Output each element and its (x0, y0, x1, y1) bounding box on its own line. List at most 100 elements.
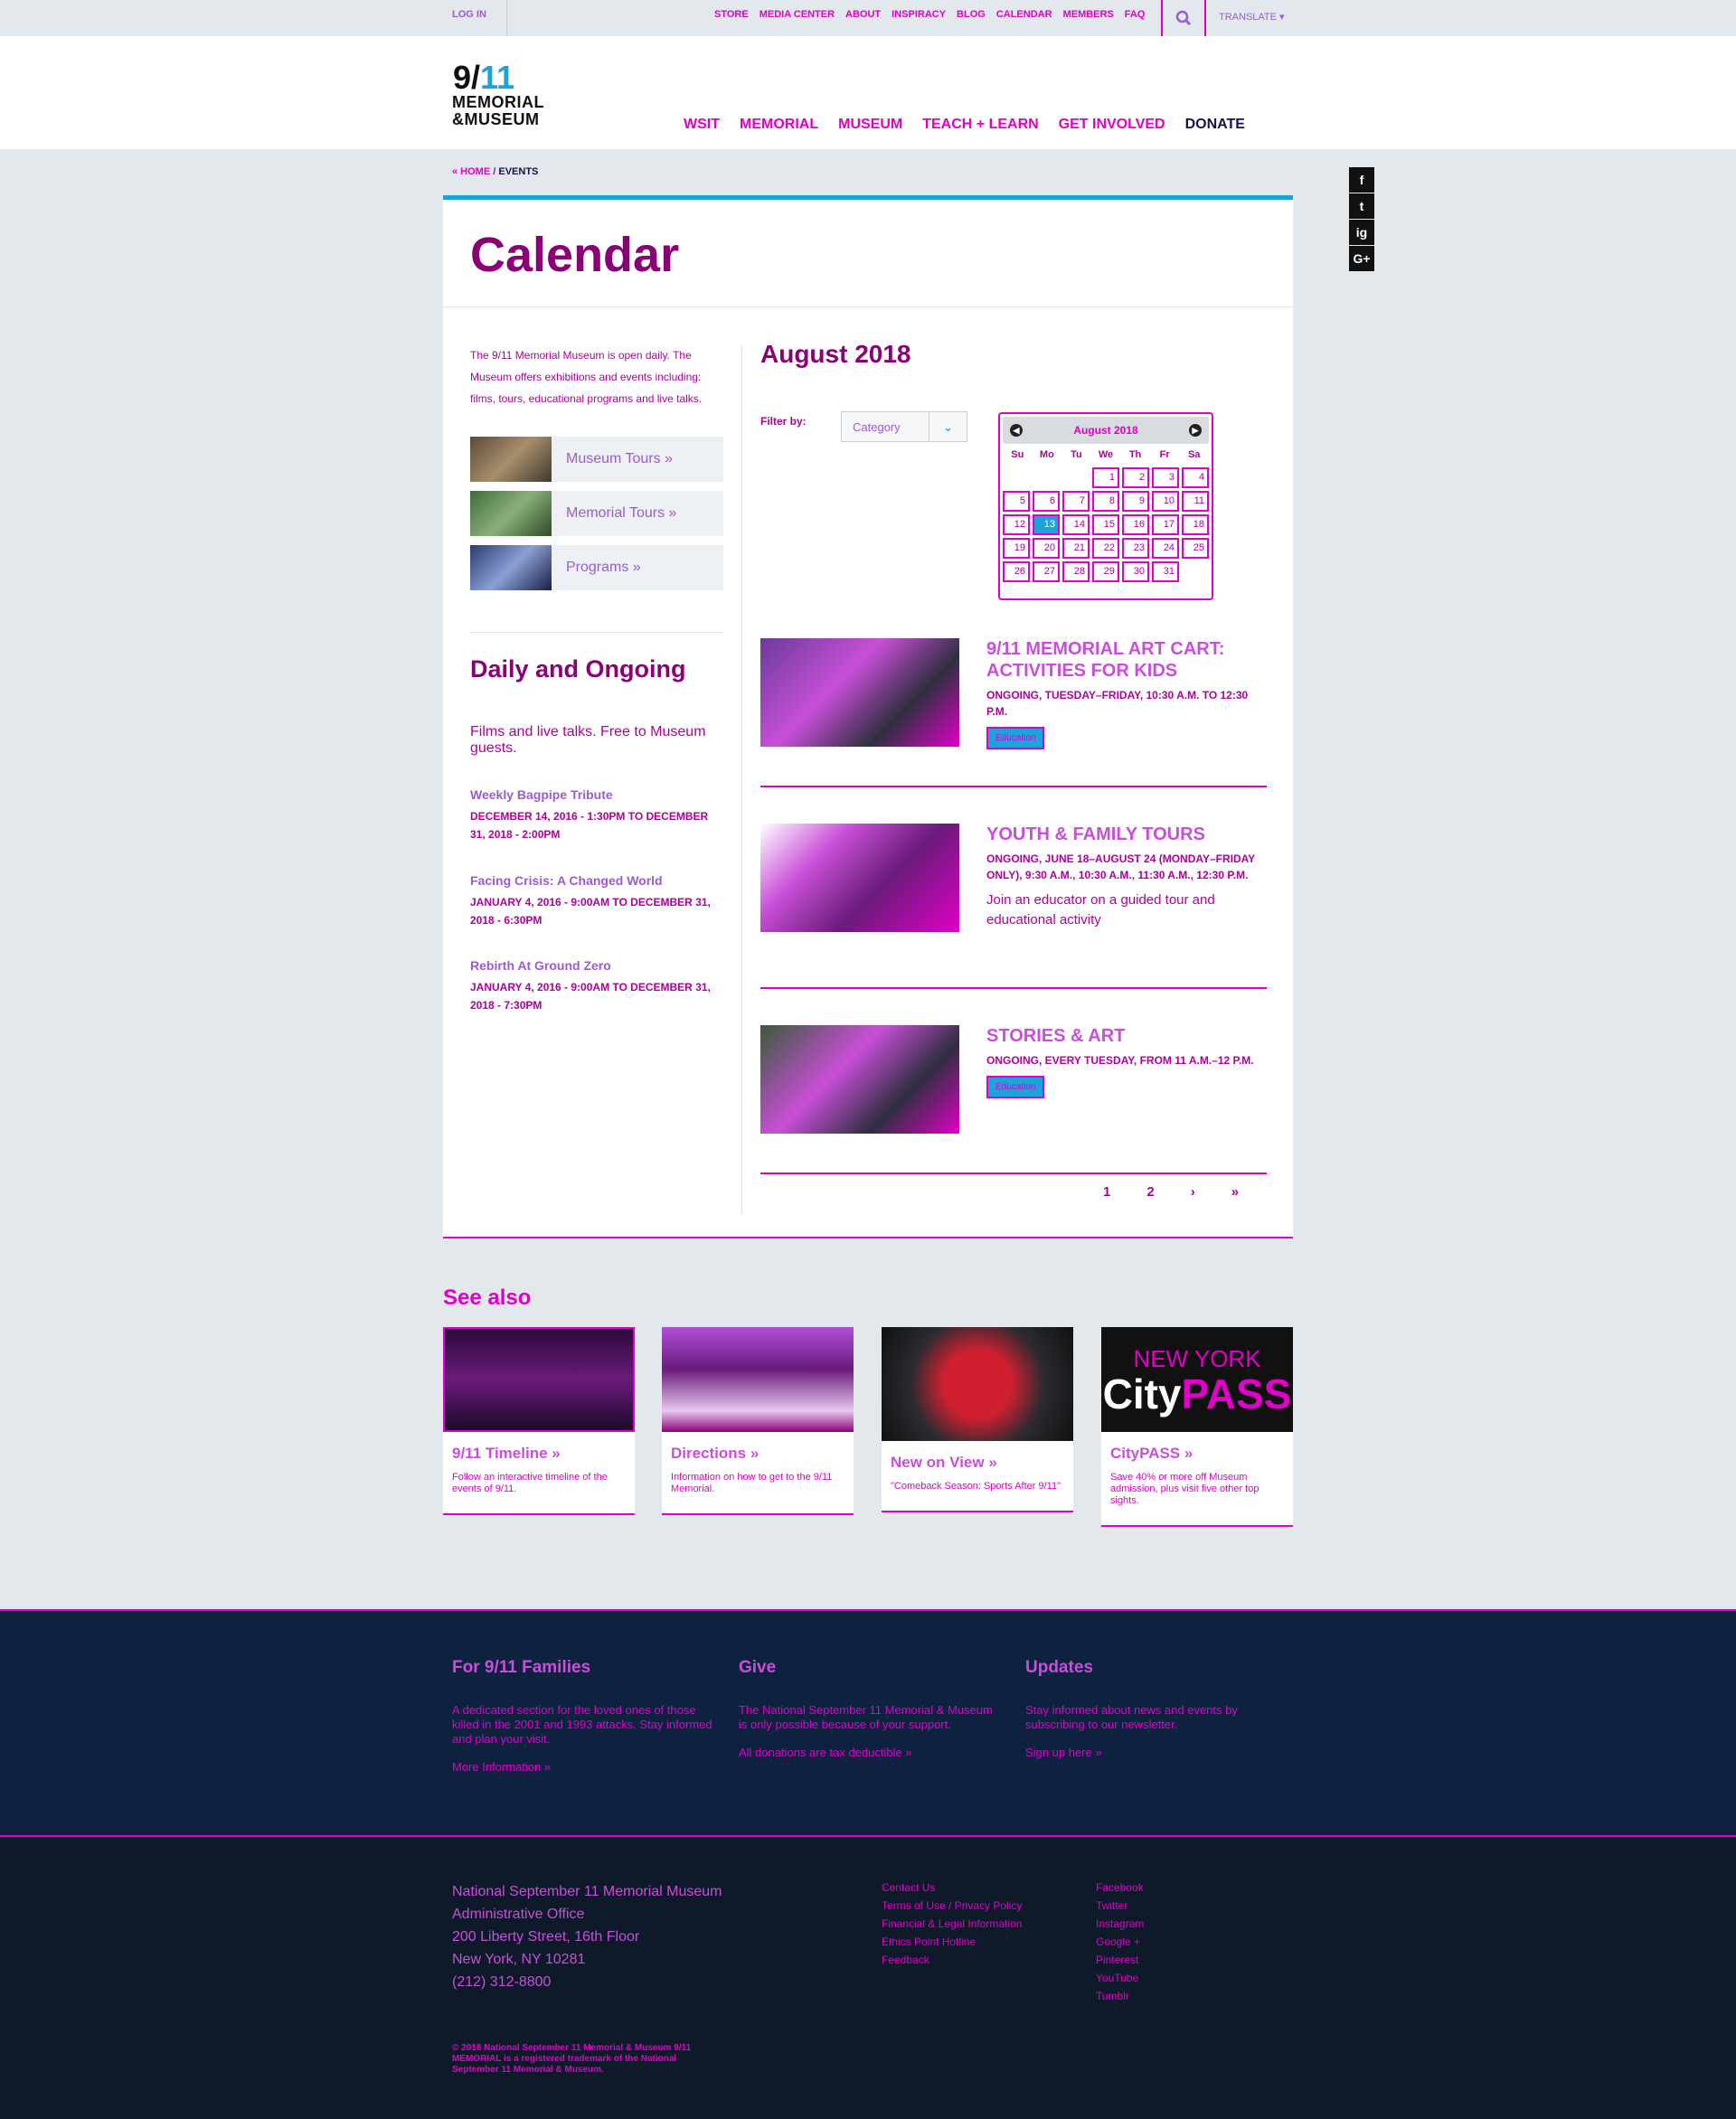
footer-col-link[interactable]: More Information » (452, 1760, 551, 1774)
see-also-tile-desc: "Comeback Season: Sports After 9/11" (891, 1481, 1061, 1492)
utility-link-store[interactable]: STORE (714, 9, 749, 20)
calendar-day[interactable]: 11 (1182, 491, 1209, 512)
event-image[interactable] (760, 1025, 959, 1134)
calendar-day[interactable]: 27 (1033, 561, 1060, 582)
next-month-icon[interactable]: ▶ (1188, 424, 1202, 437)
utility-link-inspiracy[interactable]: INSPIRACY (892, 9, 946, 20)
see-also-tile[interactable]: NEW YORK CityPASS CityPASS » Save 40% or… (1101, 1327, 1293, 1527)
calendar-day[interactable]: 21 (1062, 538, 1090, 559)
calendar-day[interactable]: 14 (1062, 514, 1090, 535)
calendar-day[interactable]: 22 (1092, 538, 1119, 559)
see-also-tile[interactable]: 9/11 Timeline » Follow an interactive ti… (443, 1327, 635, 1515)
footer-link-instagram[interactable]: Instagram (1096, 1915, 1144, 1933)
login-link[interactable]: LOG IN (452, 9, 486, 20)
footer-link-financial[interactable]: Financial & Legal Information (882, 1915, 1022, 1933)
utility-link-members[interactable]: MEMBERS (1063, 9, 1114, 20)
citypass-logo-line1: NEW YORK (1133, 1344, 1261, 1372)
see-also-tile[interactable]: New on View » "Comeback Season: Sports A… (882, 1327, 1073, 1512)
calendar-day[interactable]: 31 (1152, 561, 1179, 582)
calendar-day[interactable]: 3 (1152, 467, 1179, 488)
see-also-tile[interactable]: Directions » Information on how to get t… (662, 1327, 854, 1515)
utility-link-blog[interactable]: BLOG (957, 9, 986, 20)
footer-link-twitter[interactable]: Twitter (1096, 1897, 1144, 1915)
search-button[interactable] (1161, 0, 1206, 36)
calendar-day[interactable]: 5 (1003, 491, 1030, 512)
footer-col-link[interactable]: Sign up here » (1025, 1746, 1102, 1759)
ongoing-item-title[interactable]: Facing Crisis: A Changed World (470, 873, 723, 888)
footer-link-feedback[interactable]: Feedback (882, 1951, 1022, 1969)
calendar-day[interactable]: 2 (1122, 467, 1149, 488)
calendar-day-today[interactable]: 13 (1033, 514, 1060, 535)
calendar-day[interactable]: 26 (1003, 561, 1030, 582)
nav-donate[interactable]: DONATE (1185, 117, 1245, 133)
event-tag[interactable]: Education (986, 1076, 1045, 1098)
calendar-day[interactable]: 8 (1092, 491, 1119, 512)
calendar-day[interactable]: 24 (1152, 538, 1179, 559)
ongoing-item-title[interactable]: Rebirth At Ground Zero (470, 958, 723, 973)
breadcrumb-home[interactable]: « HOME (452, 166, 490, 177)
calendar-day[interactable]: 9 (1122, 491, 1149, 512)
utility-link-calendar[interactable]: CALENDAR (996, 9, 1052, 20)
utility-link-about[interactable]: ABOUT (845, 9, 881, 20)
event-tag[interactable]: Education (986, 727, 1045, 749)
next-page-link[interactable]: › (1191, 1184, 1195, 1200)
calendar-day[interactable]: 30 (1122, 561, 1149, 582)
calendar-day[interactable]: 1 (1092, 467, 1119, 488)
nav-get-involved[interactable]: GET INVOLVED (1059, 117, 1165, 133)
address-line: Administrative Office (452, 1907, 585, 1922)
utility-link-faq[interactable]: FAQ (1125, 9, 1146, 20)
google-plus-icon[interactable]: G+ (1349, 246, 1374, 271)
footer-col-link[interactable]: All donations are tax deductible » (739, 1746, 912, 1759)
ongoing-item-title[interactable]: Weekly Bagpipe Tribute (470, 787, 723, 802)
calendar-day[interactable]: 25 (1182, 538, 1209, 559)
prev-month-icon[interactable]: ◀ (1010, 424, 1023, 437)
site-logo[interactable]: 9/11 MEMORIAL &MUSEUM (452, 61, 561, 128)
programs-link[interactable]: Programs » (470, 545, 723, 590)
calendar-day[interactable]: 12 (1003, 514, 1030, 535)
nav-memorial[interactable]: MEMORIAL (740, 117, 818, 133)
calendar-day[interactable]: 18 (1182, 514, 1209, 535)
twitter-icon[interactable]: t (1349, 193, 1374, 219)
footer-link-tumblr[interactable]: Tumblr (1096, 1987, 1144, 2005)
museum-tours-link[interactable]: Museum Tours » (470, 437, 723, 482)
calendar-day[interactable]: 17 (1152, 514, 1179, 535)
nav-teach-learn[interactable]: TEACH + LEARN (922, 117, 1038, 133)
event-image[interactable] (760, 638, 959, 747)
calendar-day[interactable]: 6 (1033, 491, 1060, 512)
footer-link-youtube[interactable]: YouTube (1096, 1969, 1144, 1987)
calendar-day[interactable]: 4 (1182, 467, 1209, 488)
utility-link-media-center[interactable]: MEDIA CENTER (760, 9, 835, 20)
phone-number[interactable]: (212) 312-8800 (452, 1971, 722, 1993)
calendar-day[interactable]: 28 (1062, 561, 1090, 582)
last-page-link[interactable]: » (1231, 1184, 1239, 1200)
event-title[interactable]: YOUTH & FAMILY TOURS (986, 824, 1267, 845)
calendar-day[interactable]: 10 (1152, 491, 1179, 512)
footer-link-ethics[interactable]: Ethics Point Hotline (882, 1933, 1022, 1951)
translate-dropdown[interactable]: TRANSLATE ▾ (1219, 11, 1285, 23)
category-select[interactable]: Category ⌄ (841, 411, 967, 442)
footer-link-facebook[interactable]: Facebook (1096, 1879, 1144, 1897)
page-2-link[interactable]: 2 (1146, 1184, 1154, 1200)
event-image[interactable] (760, 824, 959, 932)
nav-visit[interactable]: WSIT (684, 117, 720, 133)
facebook-icon[interactable]: f (1349, 167, 1374, 193)
nav-museum[interactable]: MUSEUM (838, 117, 902, 133)
calendar-day[interactable]: 19 (1003, 538, 1030, 559)
footer-link-google-plus[interactable]: Google + (1096, 1933, 1144, 1951)
footer-link-contact[interactable]: Contact Us (882, 1879, 1022, 1897)
see-also-tile-title: Directions » (671, 1445, 760, 1462)
page-1-link[interactable]: 1 (1103, 1184, 1110, 1200)
footer-link-terms[interactable]: Terms of Use / Privacy Policy (882, 1897, 1022, 1915)
event-title[interactable]: 9/11 MEMORIAL ART CART: ACTIVITIES FOR K… (986, 638, 1267, 682)
footer-link-pinterest[interactable]: Pinterest (1096, 1951, 1144, 1969)
calendar-day[interactable]: 29 (1092, 561, 1119, 582)
footer-links-social: Facebook Twitter Instagram Google + Pint… (1096, 1879, 1144, 2005)
calendar-day[interactable]: 20 (1033, 538, 1060, 559)
memorial-tours-link[interactable]: Memorial Tours » (470, 491, 723, 536)
event-title[interactable]: STORIES & ART (986, 1025, 1267, 1047)
calendar-day[interactable]: 15 (1092, 514, 1119, 535)
calendar-day[interactable]: 7 (1062, 491, 1090, 512)
instagram-icon[interactable]: ig (1349, 220, 1374, 245)
calendar-day[interactable]: 23 (1122, 538, 1149, 559)
calendar-day[interactable]: 16 (1122, 514, 1149, 535)
